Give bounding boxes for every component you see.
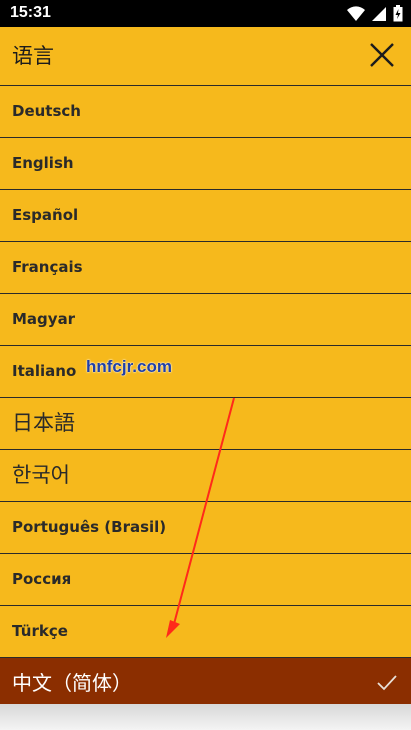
language-label: Italiano	[12, 362, 77, 380]
language-item-portugues[interactable]: Português (Brasil)	[0, 502, 411, 554]
close-icon[interactable]	[369, 42, 395, 68]
language-label: Português (Brasil)	[12, 518, 167, 536]
language-item-japanese[interactable]: 日本語	[0, 398, 411, 450]
language-label: 한국어	[12, 463, 70, 487]
language-label: Español	[12, 206, 79, 224]
language-item-italiano[interactable]: Italiano	[0, 346, 411, 398]
signal-icon	[372, 6, 386, 21]
status-time: 15:31	[10, 4, 51, 21]
language-item-chinese-simplified[interactable]: 中文（简体）	[0, 658, 411, 709]
language-item-espanol[interactable]: Español	[0, 190, 411, 242]
status-bar: 15:31	[0, 0, 411, 27]
watermark: hnfcjr.com	[86, 357, 172, 376]
language-list: Deutsch English Español Français Magyar …	[0, 86, 411, 709]
language-item-korean[interactable]: 한국어	[0, 450, 411, 502]
language-item-english[interactable]: English	[0, 138, 411, 190]
app-header: 语言	[0, 27, 411, 86]
language-item-deutsch[interactable]: Deutsch	[0, 86, 411, 138]
language-label: Россия	[12, 570, 72, 588]
status-icons	[347, 5, 403, 22]
language-label: Magyar	[12, 310, 76, 328]
language-item-francais[interactable]: Français	[0, 242, 411, 294]
language-label: English	[12, 154, 74, 172]
language-label: Français	[12, 258, 83, 276]
page-title: 语言	[12, 44, 54, 68]
language-label: Türkçe	[12, 622, 68, 640]
checkmark-icon	[377, 675, 397, 691]
language-item-turkce[interactable]: Türkçe	[0, 606, 411, 658]
bottom-edge	[0, 704, 411, 730]
wifi-icon	[347, 5, 365, 21]
language-label: Deutsch	[12, 102, 81, 120]
language-label: 日本語	[12, 411, 75, 435]
language-item-magyar[interactable]: Magyar	[0, 294, 411, 346]
language-item-russian[interactable]: Россия	[0, 554, 411, 606]
battery-icon	[393, 5, 403, 22]
language-label: 中文（简体）	[12, 671, 132, 695]
